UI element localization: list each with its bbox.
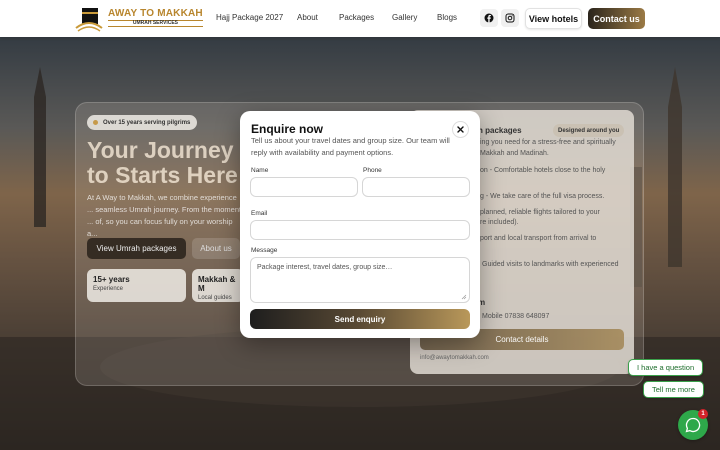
- panel-line: ing you need for a stress-free and spiri…: [480, 139, 616, 146]
- name-label: Name: [251, 167, 269, 174]
- brand-subtitle: UMRAH SERVICES: [108, 20, 203, 27]
- panel-tag: Designed around you: [553, 124, 625, 137]
- chat-icon: [685, 417, 701, 433]
- brand-title: AWAY TO MAKKAH: [108, 8, 203, 19]
- experience-badge: Over 15 years serving pilgrims: [87, 115, 198, 130]
- kaaba-logo-icon: [74, 4, 104, 32]
- panel-line: g - We take care of the full visa proces…: [480, 193, 605, 200]
- phone-label: Phone: [363, 167, 382, 174]
- nav-link-about[interactable]: About: [297, 13, 318, 22]
- stat-card-experience: 15+ years Experience: [87, 269, 186, 302]
- star-icon: [93, 120, 98, 125]
- chat-quick-reply-question[interactable]: I have a question: [628, 359, 704, 376]
- panel-email[interactable]: info@awaytomakkah.com: [420, 355, 489, 361]
- facebook-icon[interactable]: [480, 9, 498, 27]
- close-icon: [457, 126, 464, 133]
- contact-us-button[interactable]: Contact us: [588, 8, 645, 29]
- panel-line: port and local transport from arrival to: [480, 235, 597, 242]
- nav-link-gallery[interactable]: Gallery: [392, 13, 417, 22]
- resize-handle-icon[interactable]: [461, 294, 467, 300]
- close-button[interactable]: [452, 121, 469, 138]
- stat-value: 15+ years: [93, 275, 130, 284]
- view-hotels-button[interactable]: View hotels: [525, 8, 582, 29]
- message-field[interactable]: Package interest, travel dates, group si…: [250, 257, 470, 303]
- about-us-button[interactable]: About us: [192, 238, 240, 259]
- view-umrah-packages-button[interactable]: View Umrah packages: [87, 238, 186, 259]
- panel-line: planned, reliable flights tailored to yo…: [480, 209, 600, 216]
- nav-link-hajj-package[interactable]: Hajj Package 2027: [216, 13, 283, 22]
- modal-title: Enquire now: [251, 122, 323, 136]
- stat-label: Experience: [93, 286, 124, 292]
- site-logo[interactable]: AWAY TO MAKKAH UMRAH SERVICES: [74, 4, 203, 32]
- badge-text: Over 15 years serving pilgrims: [103, 119, 191, 126]
- message-placeholder: Package interest, travel dates, group si…: [257, 264, 393, 271]
- panel-line: re included).: [480, 219, 519, 226]
- instagram-icon[interactable]: [501, 9, 519, 27]
- stat-label: Local guides: [198, 295, 232, 301]
- phone-field[interactable]: [362, 177, 470, 197]
- email-label: Email: [251, 210, 268, 217]
- send-enquiry-button[interactable]: Send enquiry: [250, 309, 470, 329]
- panel-line: on - Comfortable hotels close to the hol…: [480, 167, 606, 174]
- stat-value: Makkah & M: [198, 275, 236, 293]
- panel-line: Makkah and Madinah.: [480, 150, 549, 157]
- chat-quick-reply-more[interactable]: Tell me more: [643, 381, 704, 398]
- message-label: Message: [251, 247, 278, 254]
- hero-description: At A Way to Makkah, we combine experienc…: [87, 193, 242, 238]
- modal-subtitle: Tell us about your travel dates and grou…: [251, 136, 450, 157]
- stat-card-locations: Makkah & M Local guides: [192, 269, 244, 302]
- enquiry-modal: Enquire now Tell us about your travel da…: [240, 111, 480, 338]
- panel-line: Guided visits to landmarks with experien…: [482, 261, 619, 268]
- panel-title: h packages: [478, 126, 522, 135]
- panel-phone: Mobile 07838 648097: [482, 313, 550, 320]
- chat-unread-count: 1: [698, 409, 708, 419]
- name-field[interactable]: [250, 177, 358, 197]
- email-field[interactable]: [250, 220, 470, 240]
- hero-title: Your Journey to Starts Here: [87, 137, 238, 188]
- nav-link-packages[interactable]: Packages: [339, 13, 374, 22]
- nav-link-blogs[interactable]: Blogs: [437, 13, 457, 22]
- site-header: AWAY TO MAKKAH UMRAH SERVICES Hajj Packa…: [0, 0, 720, 37]
